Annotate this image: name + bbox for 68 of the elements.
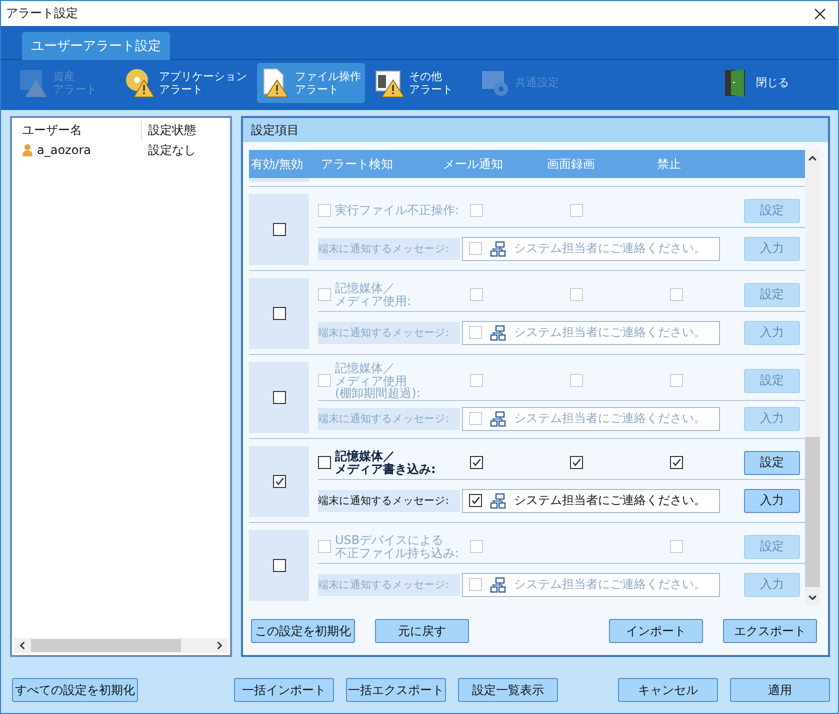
input-button[interactable]: 入力 xyxy=(744,488,800,512)
warning-icon xyxy=(19,68,49,98)
horizontal-scrollbar[interactable] xyxy=(14,638,228,653)
checkbox[interactable] xyxy=(272,475,286,488)
footer-button[interactable]: 適用 xyxy=(730,678,830,702)
checkbox[interactable] xyxy=(272,559,286,572)
footer-button[interactable]: すべての設定を初期化 xyxy=(12,678,138,702)
alert-label: 記憶媒体／ メディア書き込み: xyxy=(335,450,436,476)
person-icon xyxy=(22,143,33,157)
column-header: 禁止 xyxy=(657,156,681,172)
message-label: 端末に通知するメッセージ: xyxy=(318,574,460,596)
alert-label: 記憶媒体／ メディア使用: xyxy=(335,282,412,308)
user-name[interactable]: a_aozora xyxy=(37,143,91,157)
column-header: 有効/無効 xyxy=(250,156,304,172)
column-header[interactable]: 設定状態 xyxy=(142,122,196,138)
toolbar-button[interactable]: その他 アラート xyxy=(371,63,471,103)
toolbar-button[interactable]: ファイル操作 アラート xyxy=(257,63,365,103)
checkbox[interactable] xyxy=(570,456,583,469)
footer-button[interactable]: 設定一覧表示 xyxy=(458,678,558,702)
window-title: アラート設定 xyxy=(6,5,78,22)
toolbar-button[interactable]: 閉じる xyxy=(718,63,798,103)
footer-button[interactable]: 一括エクスポート xyxy=(346,678,446,702)
network-icon xyxy=(490,410,506,427)
network-icon xyxy=(490,324,506,340)
column-header[interactable]: ユーザー名 xyxy=(14,120,142,140)
message-field[interactable]: システム担当者にご連絡ください。 xyxy=(462,488,720,512)
checkbox[interactable] xyxy=(670,456,683,469)
gear-icon xyxy=(481,68,511,98)
message-text: システム担当者にご連絡ください。 xyxy=(514,324,706,341)
panel-button[interactable]: 元に戻す xyxy=(375,619,469,643)
message-label: 端末に通知するメッセージ: xyxy=(318,408,460,430)
alert-label: 記憶媒体／ メディア使用 (棚卸期間超過): xyxy=(335,362,420,400)
panel-title: 設定項目 xyxy=(243,118,828,142)
status-text: 設定なし xyxy=(147,142,196,158)
checkbox[interactable] xyxy=(272,307,286,320)
network-icon xyxy=(490,240,506,256)
document-warning-icon xyxy=(261,68,291,98)
alert-label: 実行ファイル不正操作: xyxy=(335,204,460,217)
checkbox[interactable] xyxy=(469,494,482,507)
panel-button[interactable]: インポート xyxy=(609,619,703,643)
footer-button[interactable]: 一括インポート xyxy=(234,678,334,702)
window-warning-icon xyxy=(375,68,405,98)
network-icon xyxy=(490,492,506,508)
checkbox[interactable] xyxy=(272,391,286,404)
settings-button[interactable]: 設定 xyxy=(744,450,800,474)
disc-warning-icon xyxy=(125,68,155,98)
network-icon xyxy=(490,576,506,592)
checkbox[interactable] xyxy=(272,223,286,236)
panel-button[interactable]: エクスポート xyxy=(723,619,817,643)
message-label: 端末に通知するメッセージ: xyxy=(318,490,460,512)
vertical-scrollbar[interactable] xyxy=(805,150,820,606)
tab[interactable]: ユーザーアラート設定 xyxy=(22,32,170,60)
footer-button[interactable]: キャンセル xyxy=(618,678,718,702)
message-label: 端末に通知するメッセージ: xyxy=(318,238,460,260)
panel-button[interactable]: この設定を初期化 xyxy=(251,619,355,643)
column-header: アラート検知 xyxy=(321,156,394,172)
alert-label: USBデバイスによる 不正ファイル持ち込み: xyxy=(335,534,460,560)
column-header: 画面録画 xyxy=(547,156,596,172)
message-text: システム担当者にご連絡ください。 xyxy=(514,410,706,428)
message-text: システム担当者にご連絡ください。 xyxy=(514,576,706,593)
message-text: システム担当者にご連絡ください。 xyxy=(514,240,706,257)
checkbox[interactable] xyxy=(318,456,331,469)
message-text: システム担当者にご連絡ください。 xyxy=(514,492,706,509)
column-header: メール通知 xyxy=(443,156,504,172)
checkbox[interactable] xyxy=(470,456,483,469)
close-icon[interactable] xyxy=(814,8,826,20)
message-label: 端末に通知するメッセージ: xyxy=(318,322,460,344)
toolbar-button[interactable]: アプリケーション アラート xyxy=(121,63,251,103)
